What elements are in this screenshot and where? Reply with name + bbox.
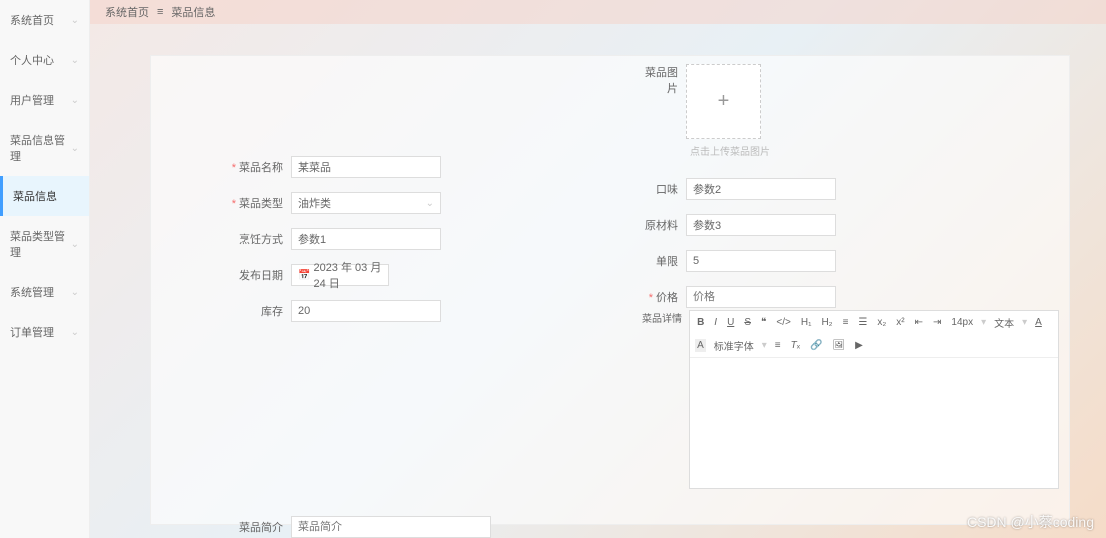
breadcrumb-root[interactable]: 系统首页 [105,4,149,20]
cook-input[interactable] [291,228,441,250]
label-stock: 库存 [211,303,291,319]
breadcrumb-current: 菜品信息 [171,4,215,20]
chevron-down-icon: ⌄ [71,15,79,26]
chevron-down-icon: ⌄ [71,287,79,298]
price-input[interactable] [686,286,836,308]
watermark: CSDN @小蔡coding [967,512,1094,532]
underline-button[interactable]: U [725,316,736,329]
type-select[interactable]: 油炸类⌄ [291,192,441,214]
editor-toolbar: B I U S ❝ </> H₁ H₂ ≡ ☰ x₂ x² ⇤ ⇥ 14px▾ … [690,311,1058,358]
clear-button[interactable]: Tₓ [789,339,802,352]
label-cook: 烹饪方式 [211,231,291,247]
font-select[interactable]: 标准字体 [712,337,756,354]
indent-button[interactable]: ⇤ [913,316,925,329]
strike-button[interactable]: S [742,316,753,329]
sub-button[interactable]: x₂ [875,316,888,329]
chevron-down-icon: ▾ [762,340,767,351]
chevron-down-icon: ▾ [981,317,986,328]
italic-button[interactable]: I [712,316,719,329]
bgcolor-button[interactable]: A [695,339,706,352]
sidebar-item-dish-info-mgmt[interactable]: 菜品信息管理⌄ [0,120,89,176]
ol-button[interactable]: ≡ [841,316,851,329]
label-taste: 口味 [641,181,686,197]
material-input[interactable] [686,214,836,236]
chevron-down-icon: ⌄ [71,95,79,106]
video-button[interactable]: ▶ [853,339,865,352]
label-price: 价格 [641,289,686,305]
label-limit: 单限 [641,253,686,269]
color-button[interactable]: A [1033,316,1044,329]
upload-button[interactable]: + [686,64,761,139]
chevron-down-icon: ⌄ [71,327,79,338]
h1-button[interactable]: H₁ [799,316,814,329]
image-button[interactable]: 🖼 [830,339,847,352]
label-material: 原材料 [641,217,686,233]
align-button[interactable]: ≡ [773,339,783,352]
chevron-down-icon: ⌄ [71,143,79,154]
sidebar-item-dish-info[interactable]: 菜品信息 [0,176,89,216]
chevron-down-icon: ▾ [1022,317,1027,328]
textstyle-select[interactable]: 文本 [992,314,1016,331]
bold-button[interactable]: B [695,316,706,329]
name-input[interactable] [291,156,441,178]
sidebar-item-dish-type[interactable]: 菜品类型管理⌄ [0,216,89,272]
sidebar: 系统首页⌄ 个人中心⌄ 用户管理⌄ 菜品信息管理⌄ 菜品信息 菜品类型管理⌄ 系… [0,0,90,538]
label-detail: 菜品详情 [641,310,686,325]
limit-input[interactable] [686,250,836,272]
code-button[interactable]: </> [774,316,792,329]
form-panel: 菜品名称 菜品类型 油炸类⌄ 烹饪方式 发布日期 📅2023 年 03 月 24… [150,55,1070,525]
stock-input[interactable] [291,300,441,322]
upload-hint: 点击上传菜品图片 [690,143,770,158]
sidebar-item-home[interactable]: 系统首页⌄ [0,0,89,40]
ul-button[interactable]: ☰ [856,316,869,329]
calendar-icon: 📅 [298,270,310,281]
breadcrumb: 系统首页 ≡ 菜品信息 [90,0,1106,24]
sidebar-item-orders[interactable]: 订单管理⌄ [0,312,89,352]
sidebar-item-users[interactable]: 用户管理⌄ [0,80,89,120]
taste-input[interactable] [686,178,836,200]
sidebar-item-system[interactable]: 系统管理⌄ [0,272,89,312]
intro-input[interactable] [291,516,491,538]
chevron-down-icon: ⌄ [71,55,79,66]
label-type: 菜品类型 [211,195,291,211]
editor-content[interactable] [690,358,1058,488]
plus-icon: + [718,90,730,113]
label-intro: 菜品简介 [211,519,291,535]
breadcrumb-separator: ≡ [157,6,163,18]
sidebar-item-personal[interactable]: 个人中心⌄ [0,40,89,80]
h2-button[interactable]: H₂ [819,316,834,329]
quote-button[interactable]: ❝ [759,316,768,329]
chevron-down-icon: ⌄ [426,198,434,209]
label-date: 发布日期 [211,267,291,283]
sup-button[interactable]: x² [894,316,906,329]
label-upload: 菜品图片 [641,64,686,96]
date-input[interactable]: 📅2023 年 03 月 24 日 [291,264,389,286]
chevron-down-icon: ⌄ [71,239,79,250]
fontsize-select[interactable]: 14px [949,316,975,329]
label-name: 菜品名称 [211,159,291,175]
link-button[interactable]: 🔗 [808,339,824,352]
rich-editor: B I U S ❝ </> H₁ H₂ ≡ ☰ x₂ x² ⇤ ⇥ 14px▾ … [689,310,1059,489]
outdent-button[interactable]: ⇥ [931,316,943,329]
